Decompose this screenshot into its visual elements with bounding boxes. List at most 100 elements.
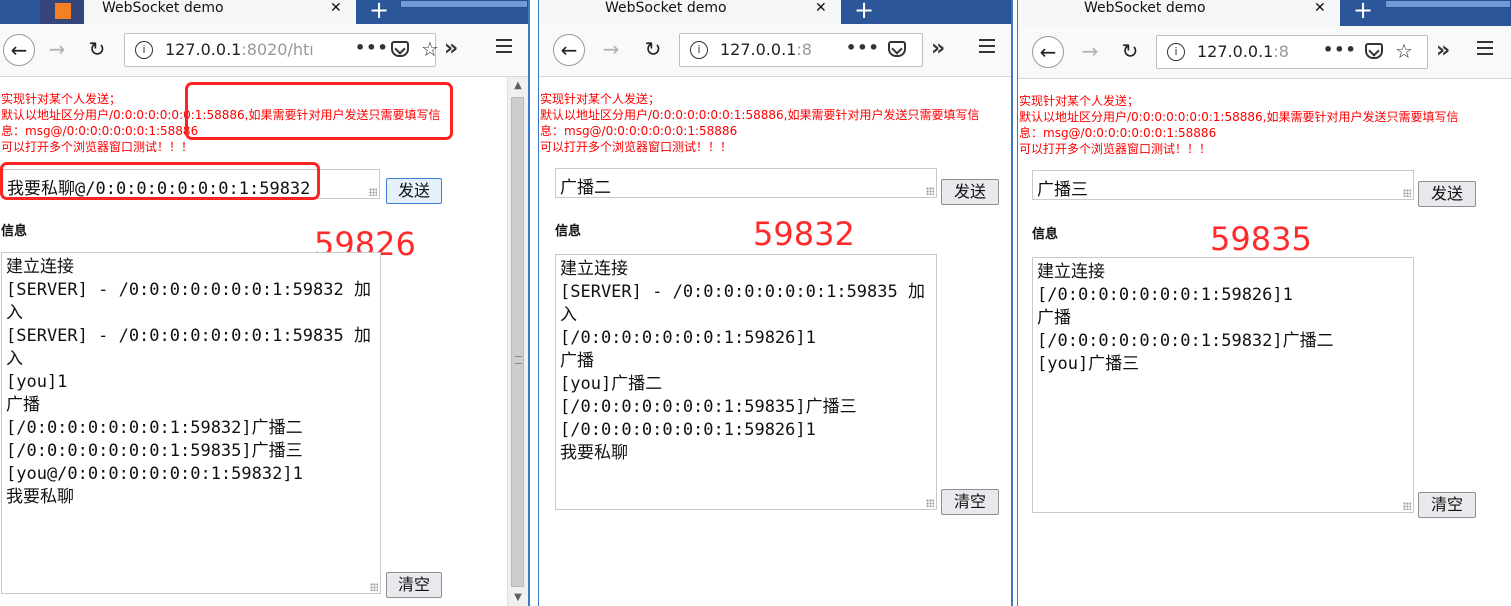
reload-button[interactable]: ↻	[1114, 36, 1146, 68]
new-tab-button[interactable]: +	[847, 0, 881, 24]
site-info-icon[interactable]: i	[135, 41, 153, 59]
window-caption-buttons[interactable]	[1385, 0, 1511, 8]
log-line: [you]广播三	[1037, 354, 1140, 374]
log-line: [/0:0:0:0:0:0:0:1:59832]广播二	[6, 418, 303, 438]
hint-line-1: 实现针对某个人发送；	[1, 92, 122, 106]
site-info-icon[interactable]: i	[1167, 43, 1185, 61]
url-text: 127.0.0.1:8	[720, 40, 812, 59]
overflow-chevrons-icon[interactable]: »	[931, 36, 945, 61]
log-line: [/0:0:0:0:0:0:0:1:59826]1	[1037, 285, 1293, 305]
url-bar[interactable]: i 127.0.0.1:8020/htı ••• ☆	[124, 33, 439, 67]
pocket-icon[interactable]	[1365, 43, 1383, 59]
tab-strip: WebSocket demo ✕ +	[0, 0, 528, 24]
hint-line-3: 可以打开多个浏览器窗口测试！！！	[540, 140, 733, 154]
scroll-up-icon[interactable]: ▲	[508, 77, 528, 94]
vertical-scrollbar[interactable]: ▲ ▼	[507, 77, 528, 606]
page-content: 实现针对某个人发送； 默认以地址区分用户/0:0:0:0:0:0:0:1:588…	[1018, 79, 1511, 606]
page-actions-icon[interactable]: •••	[355, 38, 389, 57]
reload-button[interactable]: ↻	[637, 34, 669, 66]
message-log[interactable]: 建立连接 [/0:0:0:0:0:0:0:1:59826]1 广播 [/0:0:0:0…	[1032, 257, 1414, 513]
forward-button[interactable]: →	[1074, 36, 1106, 68]
tab-title: WebSocket demo	[1084, 0, 1206, 16]
resize-grip[interactable]	[1403, 502, 1411, 510]
hint-line-2: 默认以地址区分用户/0:0:0:0:0:0:0:1:58886,如果需要针对用户…	[1019, 110, 1459, 140]
back-button[interactable]: ←	[1032, 36, 1064, 68]
resize-grip[interactable]	[370, 583, 378, 591]
clear-button[interactable]: 清空	[1418, 492, 1476, 518]
hint-line-3: 可以打开多个浏览器窗口测试！！！	[1019, 142, 1212, 156]
log-line: [/0:0:0:0:0:0:0:1:59826]1	[560, 420, 816, 440]
bookmark-star-icon[interactable]: ☆	[421, 37, 439, 61]
clear-button[interactable]: 清空	[386, 572, 442, 598]
url-bar[interactable]: i 127.0.0.1:8 ••• ☆	[1156, 35, 1428, 69]
log-line: 建立连接	[1037, 262, 1105, 282]
hamburger-menu-icon[interactable]	[496, 39, 512, 53]
new-tab-button[interactable]: +	[362, 0, 396, 24]
hint-line-2: 默认以地址区分用户/0:0:0:0:0:0:0:1:58886,如果需要针对用户…	[540, 108, 980, 138]
reload-button[interactable]: ↻	[81, 34, 113, 66]
log-line: 我要私聊	[6, 487, 74, 507]
close-tab-icon[interactable]: ✕	[330, 0, 342, 16]
message-input[interactable]: 我要私聊@/0:0:0:0:0:0:0:1:59832	[2, 169, 380, 199]
send-button[interactable]: 发送	[941, 179, 999, 205]
page-actions-icon[interactable]: •••	[1323, 40, 1357, 59]
window-caption-buttons[interactable]	[400, 0, 528, 8]
tab-websocket-demo[interactable]: WebSocket demo ✕	[84, 0, 356, 24]
url-text: 127.0.0.1:8020/htı	[165, 40, 314, 59]
bookmark-star-icon[interactable]: ☆	[1395, 39, 1413, 63]
close-tab-icon[interactable]: ✕	[815, 0, 827, 16]
hint-line-1: 实现针对某个人发送；	[1019, 94, 1140, 108]
close-tab-icon[interactable]: ✕	[1314, 0, 1326, 16]
hamburger-menu-icon[interactable]	[979, 39, 995, 53]
browser-window-2: WebSocket demo ✕ + ← → ↻ i 127.0.0.1:8 •…	[538, 0, 1013, 606]
log-line: 建立连接	[560, 259, 628, 279]
overflow-chevrons-icon[interactable]: »	[1436, 38, 1450, 63]
page-actions-icon[interactable]: •••	[846, 38, 880, 57]
hamburger-menu-icon[interactable]	[1477, 41, 1493, 55]
url-bar[interactable]: i 127.0.0.1:8 •••	[679, 33, 923, 67]
hint-line-3: 可以打开多个浏览器窗口测试！！！	[1, 140, 194, 154]
scrollbar-thumb[interactable]	[511, 97, 524, 587]
log-line: 广播	[560, 351, 594, 371]
log-line: [/0:0:0:0:0:0:0:1:59835]广播三	[6, 441, 303, 461]
message-log[interactable]: 建立连接 [SERVER] - /0:0:0:0:0:0:0:1:59832 加入…	[1, 252, 381, 594]
resize-grip[interactable]	[926, 499, 934, 507]
resize-grip[interactable]	[1403, 189, 1411, 197]
pocket-icon[interactable]	[391, 41, 409, 57]
log-line: [SERVER] - /0:0:0:0:0:0:0:1:59832 加入	[6, 280, 371, 323]
instruction-text: 实现针对某个人发送； 默认以地址区分用户/0:0:0:0:0:0:0:1:588…	[1019, 93, 1479, 157]
url-text: 127.0.0.1:8	[1197, 42, 1289, 61]
forward-button[interactable]: →	[595, 34, 627, 66]
tab-websocket-demo[interactable]: WebSocket demo ✕	[1018, 0, 1340, 26]
overflow-chevrons-icon[interactable]: »	[444, 36, 458, 61]
resize-grip[interactable]	[369, 188, 377, 196]
stackoverflow-tab[interactable]	[40, 0, 84, 24]
message-input[interactable]: 广播二	[555, 168, 937, 198]
log-line: [/0:0:0:0:0:0:0:1:59826]1	[560, 328, 816, 348]
site-info-icon[interactable]: i	[690, 41, 708, 59]
resize-grip[interactable]	[926, 187, 934, 195]
log-line: 广播	[1037, 308, 1071, 328]
instruction-text: 实现针对某个人发送； 默认以地址区分用户/0:0:0:0:0:0:0:1:588…	[540, 91, 1000, 155]
new-tab-button[interactable]: +	[1346, 0, 1380, 24]
log-line: 建立连接	[6, 257, 74, 277]
navigation-toolbar: ← → ↻ i 127.0.0.1:8 ••• ☆ »	[1018, 26, 1511, 79]
forward-button[interactable]: →	[41, 34, 73, 66]
send-button[interactable]: 发送	[1418, 181, 1476, 207]
log-line: 我要私聊	[560, 443, 628, 463]
message-log[interactable]: 建立连接 [SERVER] - /0:0:0:0:0:0:0:1:59835 加入…	[555, 254, 937, 510]
back-button[interactable]: ←	[553, 34, 585, 66]
tab-websocket-demo[interactable]: WebSocket demo ✕	[539, 0, 841, 24]
log-line: [/0:0:0:0:0:0:0:1:59835]广播三	[560, 397, 857, 417]
log-line: [you]广播二	[560, 374, 663, 394]
info-label: 信息	[555, 224, 582, 239]
message-input[interactable]: 广播三	[1032, 170, 1414, 200]
clear-button[interactable]: 清空	[941, 489, 999, 515]
pocket-icon[interactable]	[888, 41, 906, 57]
send-button[interactable]: 发送	[386, 178, 442, 204]
tab-strip: WebSocket demo ✕ +	[1018, 0, 1511, 26]
scroll-down-icon[interactable]: ▼	[508, 589, 528, 606]
log-line: [/0:0:0:0:0:0:0:1:59832]广播二	[1037, 331, 1334, 351]
back-button[interactable]: ←	[3, 34, 35, 66]
tab-strip: WebSocket demo ✕ +	[539, 0, 1011, 24]
